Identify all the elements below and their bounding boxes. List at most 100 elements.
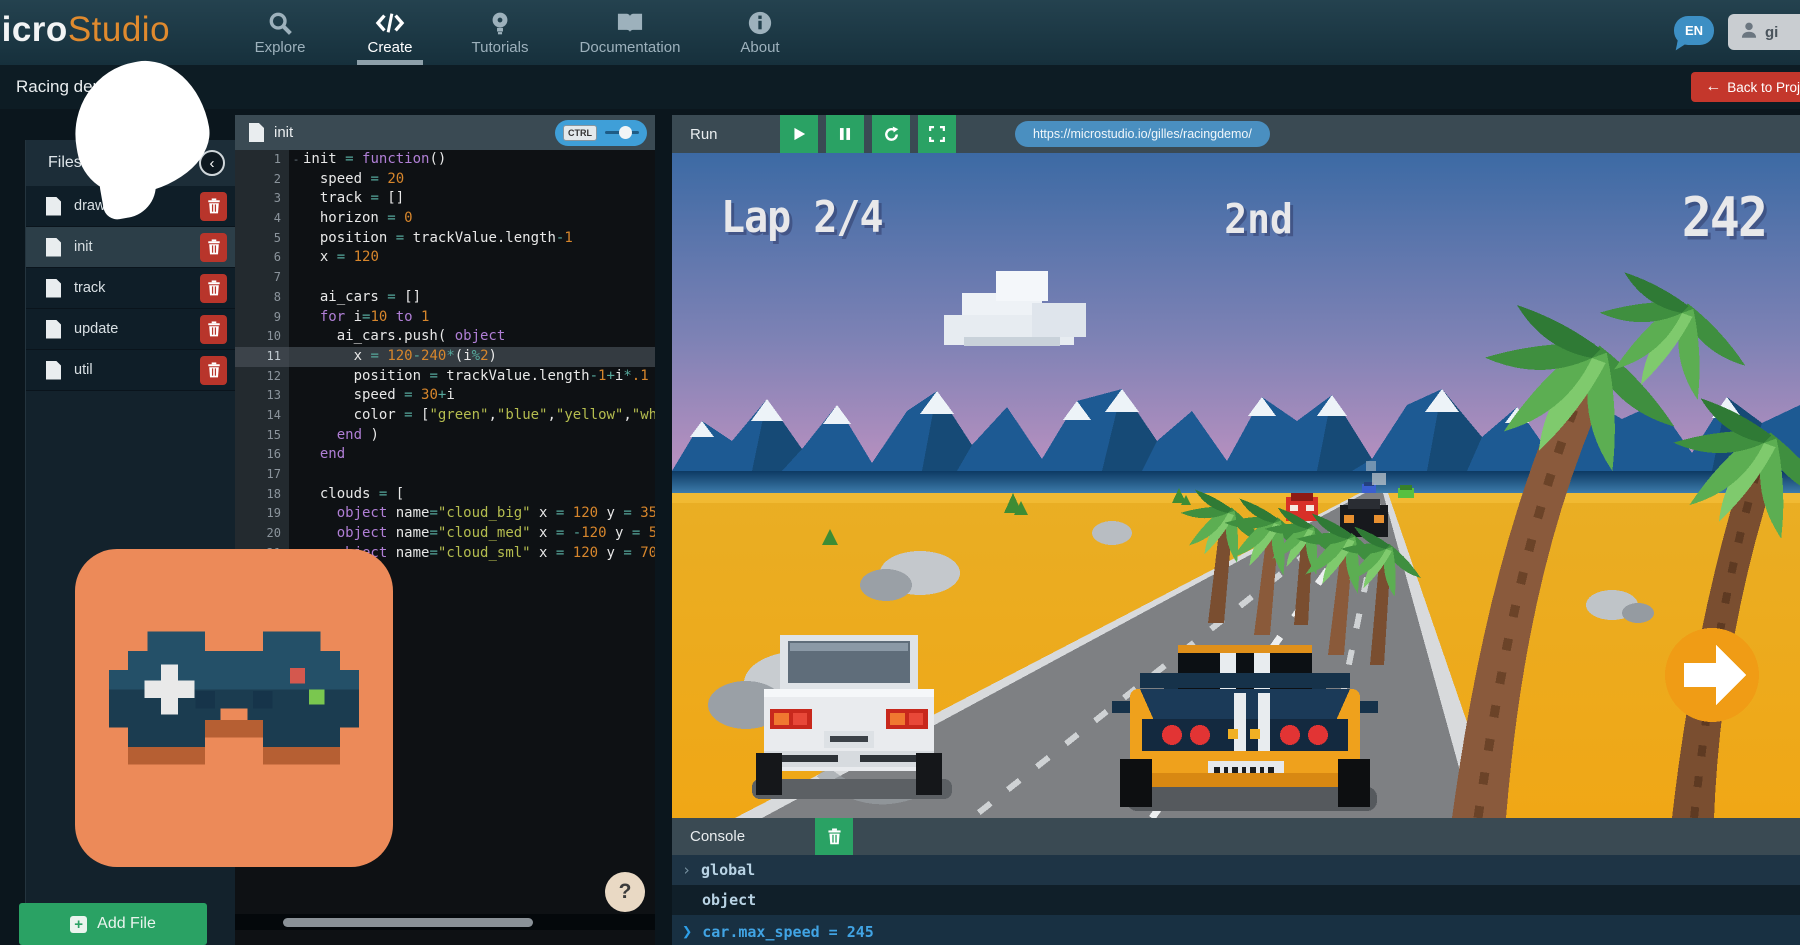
trash-icon [207, 362, 221, 378]
trash-icon [827, 828, 842, 845]
console-title: Console [690, 828, 745, 845]
nav-label: Tutorials [472, 39, 529, 56]
console-text: global [701, 861, 755, 879]
delete-file-button[interactable] [200, 233, 227, 262]
nav-label: Create [367, 39, 412, 56]
horizon-band [672, 471, 1800, 493]
console-text: object [702, 891, 756, 909]
user-name: gi [1765, 24, 1778, 41]
user-icon [1740, 21, 1758, 43]
files-title: Files [48, 154, 82, 172]
file-name: track [74, 280, 105, 296]
trash-icon [207, 321, 221, 337]
nav-item-tutorials[interactable]: Tutorials [445, 0, 555, 65]
nav-label: Explore [255, 39, 306, 56]
file-name: init [74, 239, 93, 255]
console-entry: ❯ car.max_speed = 245 [672, 915, 1800, 945]
reload-icon [883, 126, 900, 143]
play-icon [791, 126, 807, 142]
plus-icon: + [70, 916, 87, 933]
slider-knob[interactable] [619, 126, 632, 139]
console-text: car.max_speed = 245 [702, 923, 874, 941]
file-name: draw [74, 198, 105, 214]
hud-race-position: 2nd [1224, 195, 1293, 243]
book-icon [616, 10, 644, 36]
play-button[interactable] [780, 115, 818, 153]
slider-track[interactable] [605, 131, 639, 134]
code-icon [375, 10, 405, 36]
file-icon [46, 361, 61, 380]
project-bar: Racing demo ← Back to Proj [0, 65, 1800, 109]
logo-prefix: micro [0, 10, 68, 49]
add-file-label: Add File [97, 915, 156, 933]
code-lines: 1-init = function()2 speed = 203 track =… [235, 150, 655, 563]
game-viewport[interactable]: Lap 2/4 2nd 242 [672, 153, 1800, 818]
language-badge[interactable]: EN [1674, 16, 1714, 45]
bulb-icon [487, 10, 513, 36]
delete-file-button[interactable] [200, 192, 227, 221]
nav-label: Documentation [580, 39, 681, 56]
file-row-util[interactable]: util [26, 350, 235, 391]
trash-icon [207, 198, 221, 214]
prompt-chevron-icon: ❯ [682, 922, 692, 942]
preview-panel: Run https://microstudio.io/gilles/racing… [672, 115, 1800, 945]
file-icon [46, 197, 61, 216]
back-label: Back to Proj [1727, 80, 1800, 95]
console-output[interactable]: › global object ❯ car.max_speed = 245 [672, 855, 1800, 945]
trash-icon [207, 239, 221, 255]
back-arrow-icon: ← [1705, 78, 1721, 96]
ctrl-size-toggle[interactable]: CTRL [555, 120, 647, 146]
nav-item-create[interactable]: Create [335, 0, 445, 65]
console-entry: object [672, 885, 1800, 915]
help-button[interactable]: ? [605, 872, 645, 912]
main-nav: Explore Create Tutorials Documentation A… [225, 0, 815, 65]
fullscreen-button[interactable] [918, 115, 956, 153]
trash-icon [207, 280, 221, 296]
file-row-init[interactable]: init [26, 227, 235, 268]
app-logo[interactable]: microStudio [0, 10, 170, 50]
hud-lap-counter: Lap 2/4 [721, 193, 883, 243]
editor-tab-bar: init CTRL [235, 115, 655, 150]
logo-suffix: Studio [68, 10, 170, 49]
gamepad-icon [109, 631, 359, 786]
delete-file-button[interactable] [200, 274, 227, 303]
nav-item-documentation[interactable]: Documentation [555, 0, 705, 65]
editor-tab-title: init [274, 124, 293, 141]
chevron-right-icon: › [682, 861, 691, 879]
delete-file-button[interactable] [200, 315, 227, 344]
console-header: Console [672, 818, 1800, 855]
reload-button[interactable] [872, 115, 910, 153]
file-name: util [74, 362, 93, 378]
console-entry: › global [672, 855, 1800, 885]
run-label: Run [690, 126, 718, 143]
delete-file-button[interactable] [200, 356, 227, 385]
info-icon [747, 10, 773, 36]
microstudio-app: microStudio Explore Create Tutorials Doc… [0, 0, 1800, 945]
hud-speed: 242 [1682, 187, 1766, 250]
fullscreen-icon [929, 126, 945, 142]
add-file-button[interactable]: + Add File [19, 903, 207, 945]
nav-item-explore[interactable]: Explore [225, 0, 335, 65]
file-icon [249, 123, 264, 142]
pause-button[interactable] [826, 115, 864, 153]
run-toolbar: Run https://microstudio.io/gilles/racing… [672, 115, 1800, 153]
run-buttons [780, 115, 956, 153]
horizontal-scrollbar[interactable] [283, 918, 533, 927]
project-icon-sticker [75, 549, 393, 867]
file-icon [46, 279, 61, 298]
top-nav: microStudio Explore Create Tutorials Doc… [0, 0, 1800, 65]
nav-item-about[interactable]: About [705, 0, 815, 65]
file-icon [46, 320, 61, 339]
game-url[interactable]: https://microstudio.io/gilles/racingdemo… [1015, 121, 1270, 147]
ctrl-keycap: CTRL [563, 125, 597, 141]
file-icon [46, 238, 61, 257]
turn-arrow-sign [1665, 628, 1759, 722]
clear-console-button[interactable] [815, 818, 853, 855]
search-icon [267, 10, 293, 36]
file-row-track[interactable]: track [26, 268, 235, 309]
user-button[interactable]: gi [1728, 14, 1800, 50]
file-row-update[interactable]: update [26, 309, 235, 350]
back-to-projects-button[interactable]: ← Back to Proj [1691, 72, 1800, 102]
pause-icon [837, 126, 853, 142]
file-name: update [74, 321, 118, 337]
